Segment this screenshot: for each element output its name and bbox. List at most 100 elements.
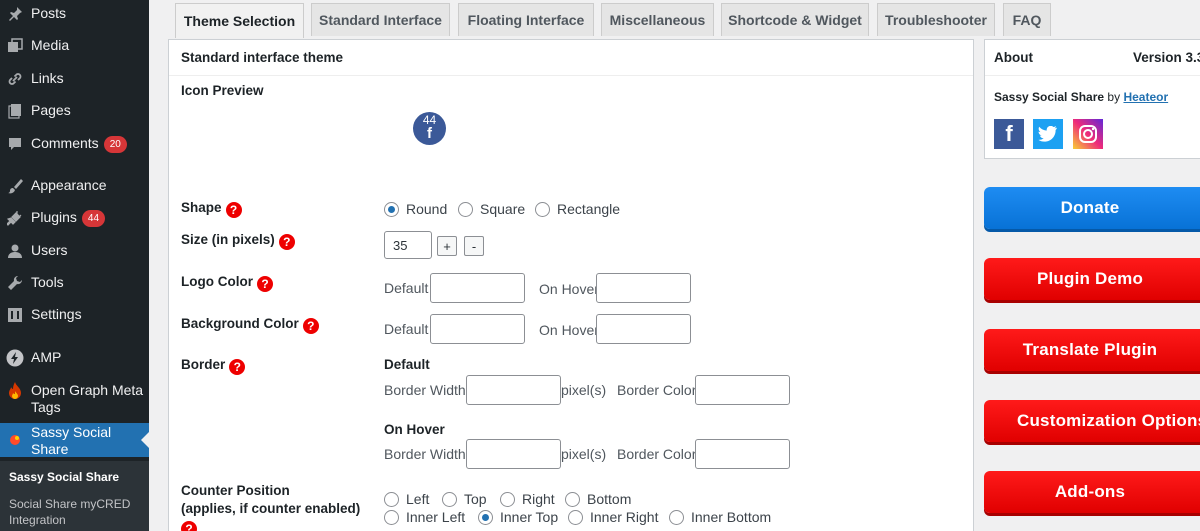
add-ons-button[interactable]: Add-ons (984, 471, 1200, 513)
translate-plugin-button[interactable]: Translate Plugin (984, 329, 1200, 371)
background-color-help-icon[interactable]: ? (302, 318, 319, 334)
size-help-icon[interactable]: ? (278, 234, 295, 250)
sidebar-item-label: Media (31, 37, 70, 53)
border-help-icon[interactable]: ? (229, 359, 246, 375)
twitter-icon[interactable]: t (1033, 119, 1063, 149)
author-link[interactable]: Heateor (1123, 90, 1168, 104)
theme-settings-panel: Standard interface theme Icon Preview 44… (168, 39, 974, 531)
border-default-heading: Default (384, 357, 430, 372)
shape-help-icon[interactable]: ? (225, 202, 242, 218)
tab-theme-selection[interactable]: Theme Selection (175, 3, 304, 38)
logo-color-default-input[interactable] (430, 273, 525, 303)
border-width-hover-unit: pixel(s) (561, 446, 607, 462)
shape-square-radio[interactable]: Square (458, 201, 525, 217)
radio-icon (384, 491, 399, 507)
sidebar-item-label: Plugins (31, 209, 77, 225)
flame-icon (5, 381, 25, 401)
about-title: About (994, 50, 1033, 65)
background-color-label: Background Color? (181, 316, 319, 334)
counter-inner-left-radio[interactable]: Inner Left (384, 509, 465, 525)
counter-position-help-icon[interactable]: ? (181, 521, 197, 531)
sidebar-item-label: Appearance (31, 177, 107, 193)
logo-color-default-label: Default (384, 280, 429, 296)
counter-inner-right-radio[interactable]: Inner Right (568, 509, 658, 525)
wrench-icon (5, 273, 25, 293)
counter-left-radio[interactable]: Left (384, 491, 429, 507)
preview-facebook-glyph: f (427, 125, 432, 142)
sidebar-item-label: Comments (31, 135, 99, 151)
shape-label: Shape? (181, 200, 242, 218)
counter-inner-bottom-radio[interactable]: Inner Bottom (669, 509, 771, 525)
radio-icon (565, 491, 580, 507)
sidebar-item-comments[interactable]: Comments 20 (0, 134, 149, 154)
sidebar-item-label: Posts (31, 5, 67, 21)
counter-top-radio[interactable]: Top (442, 491, 487, 507)
amp-icon (5, 348, 25, 368)
sidebar-item-users[interactable]: Users (0, 241, 149, 261)
border-color-default-label: Border Color (617, 382, 697, 398)
admin-sidebar: Posts Media Links Pages Comments 20 Appea… (0, 0, 149, 531)
sidebar-item-appearance[interactable]: Appearance (0, 176, 149, 196)
shape-rectangle-radio[interactable]: Rectangle (535, 201, 620, 217)
tab-troubleshooter[interactable]: Troubleshooter (877, 3, 995, 36)
counter-bottom-radio[interactable]: Bottom (565, 491, 631, 507)
plugin-demo-button[interactable]: Plugin Demo (984, 258, 1200, 300)
facebook-icon[interactable]: f (994, 119, 1024, 149)
size-input[interactable] (384, 231, 432, 259)
tab-standard-interface[interactable]: Standard Interface (311, 3, 450, 36)
logo-color-help-icon[interactable]: ? (256, 276, 273, 292)
comments-count-badge: 20 (103, 136, 127, 153)
tab-faq[interactable]: FAQ (1003, 3, 1051, 36)
pages-icon (5, 101, 25, 121)
plugins-count-badge: 44 (81, 210, 106, 227)
shape-round-radio[interactable]: Round (384, 201, 447, 217)
tab-floating-interface[interactable]: Floating Interface (458, 3, 594, 36)
panel-title: Standard interface theme (181, 50, 344, 65)
submenu-item-mycred-integration[interactable]: Social Share myCRED Integration (9, 496, 144, 528)
size-decrease-button[interactable]: - (464, 236, 484, 256)
radio-icon (500, 491, 515, 507)
sidebar-item-amp[interactable]: AMP (0, 348, 149, 368)
border-color-hover-input[interactable] (695, 439, 790, 469)
radio-icon (442, 491, 457, 507)
media-icon (5, 36, 25, 56)
sidebar-item-posts[interactable]: Posts (0, 4, 149, 24)
radio-icon (458, 201, 473, 217)
sidebar-item-pages[interactable]: Pages (0, 101, 149, 121)
tab-shortcode-widget[interactable]: Shortcode & Widget (721, 3, 869, 36)
border-width-default-label: Border Width (384, 382, 466, 398)
logo-color-label: Logo Color? (181, 274, 273, 292)
sidebar-submenu: Sassy Social Share Social Share myCRED I… (0, 461, 149, 531)
logo-color-hover-input[interactable] (596, 273, 691, 303)
submenu-item-sassy-social-share[interactable]: Sassy Social Share (9, 469, 119, 485)
sidebar-item-tools[interactable]: Tools (0, 273, 149, 293)
background-color-hover-input[interactable] (596, 314, 691, 344)
size-label: Size (in pixels)? (181, 232, 295, 250)
radio-checked-icon (384, 201, 399, 217)
sidebar-item-sassy-social-share[interactable]: Sassy Social Share (0, 423, 149, 457)
border-width-default-input[interactable] (466, 375, 561, 405)
counter-right-radio[interactable]: Right (500, 491, 555, 507)
background-color-default-input[interactable] (430, 314, 525, 344)
tab-miscellaneous[interactable]: Miscellaneous (601, 3, 714, 36)
border-color-default-input[interactable] (695, 375, 790, 405)
sidebar-item-media[interactable]: Media (0, 36, 149, 56)
size-increase-button[interactable]: + (437, 236, 457, 256)
border-label: Border? (181, 357, 246, 375)
sidebar-item-settings[interactable]: Settings (0, 305, 149, 325)
pin-icon (5, 4, 25, 24)
instagram-icon[interactable]: ig (1073, 119, 1103, 149)
counter-position-label: Counter Position (applies, if counter en… (181, 482, 360, 531)
border-width-hover-input[interactable] (466, 439, 561, 469)
background-color-hover-label: On Hover (539, 322, 599, 338)
about-box: About Version 3.3 Sassy Social Share by … (984, 39, 1200, 159)
sidebar-item-open-graph[interactable]: Open Graph Meta Tags (0, 381, 149, 416)
border-hover-heading: On Hover (384, 422, 445, 437)
customization-options-button[interactable]: Customization Options (984, 400, 1200, 442)
sidebar-item-plugins[interactable]: Plugins 44 (0, 208, 149, 228)
sidebar-item-links[interactable]: Links (0, 69, 149, 89)
plug-icon (5, 208, 25, 228)
donate-button[interactable]: Donate (984, 187, 1200, 229)
radio-icon (669, 509, 684, 525)
counter-inner-top-radio[interactable]: Inner Top (478, 509, 558, 525)
